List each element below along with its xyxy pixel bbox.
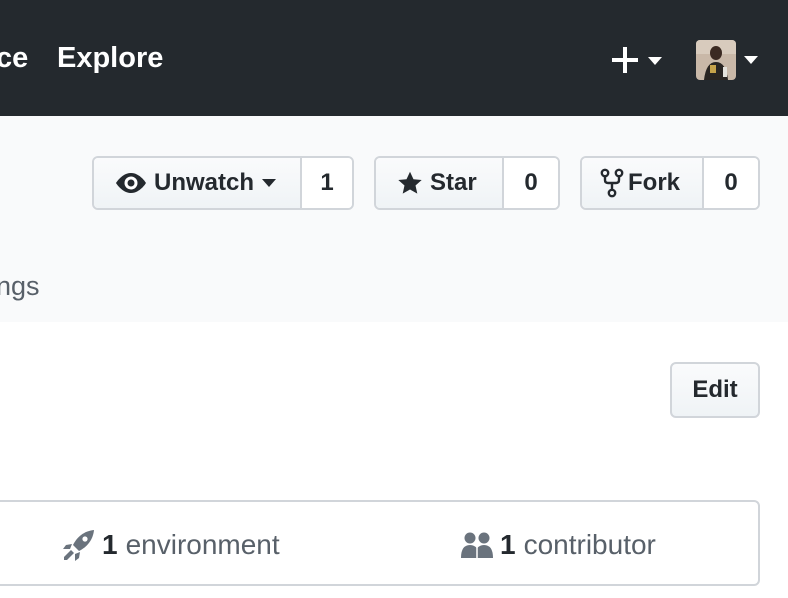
contributors-label: contributor [523, 529, 656, 560]
user-menu-dropdown[interactable] [694, 38, 764, 82]
plus-icon [612, 47, 638, 73]
repo-summary-box: 1 environment 1 contributor [0, 500, 760, 586]
global-header: ce Explore [0, 0, 788, 116]
create-new-dropdown[interactable] [608, 42, 666, 78]
unwatch-label: Unwatch [154, 169, 255, 196]
nav-link-marketplace[interactable]: ce [0, 40, 28, 76]
edit-button[interactable]: Edit [670, 362, 760, 418]
chevron-down-icon [648, 57, 662, 65]
avatar [696, 40, 736, 80]
people-icon [461, 532, 493, 558]
star-label: Star [430, 169, 477, 196]
watchers-count[interactable]: 1 [302, 158, 352, 208]
environments-link[interactable]: 1 environment [62, 528, 280, 562]
star-icon [398, 171, 422, 194]
contributors-link[interactable]: 1 contributor [460, 528, 656, 562]
nav-link-explore[interactable]: Explore [57, 40, 163, 76]
star-button-group: Star 0 [374, 156, 560, 210]
chevron-down-icon [262, 179, 277, 187]
fork-button-group: Fork 0 [580, 156, 760, 210]
repo-forked-icon [600, 168, 624, 198]
fork-button[interactable]: Fork [582, 158, 704, 208]
environments-label: environment [125, 529, 280, 560]
watch-button-group: Unwatch 1 [92, 156, 354, 210]
tab-settings[interactable]: ngs [0, 268, 40, 304]
chevron-down-icon [744, 56, 758, 64]
star-button[interactable]: Star [376, 158, 504, 208]
contributors-count: 1 [500, 529, 516, 560]
stargazers-count[interactable]: 0 [504, 158, 558, 208]
rocket-icon [63, 530, 94, 561]
unwatch-button[interactable]: Unwatch [94, 158, 302, 208]
eye-icon [116, 173, 146, 193]
fork-label: Fork [628, 169, 681, 196]
repo-header [0, 116, 788, 322]
environments-count: 1 [102, 529, 118, 560]
forks-count[interactable]: 0 [704, 158, 758, 208]
